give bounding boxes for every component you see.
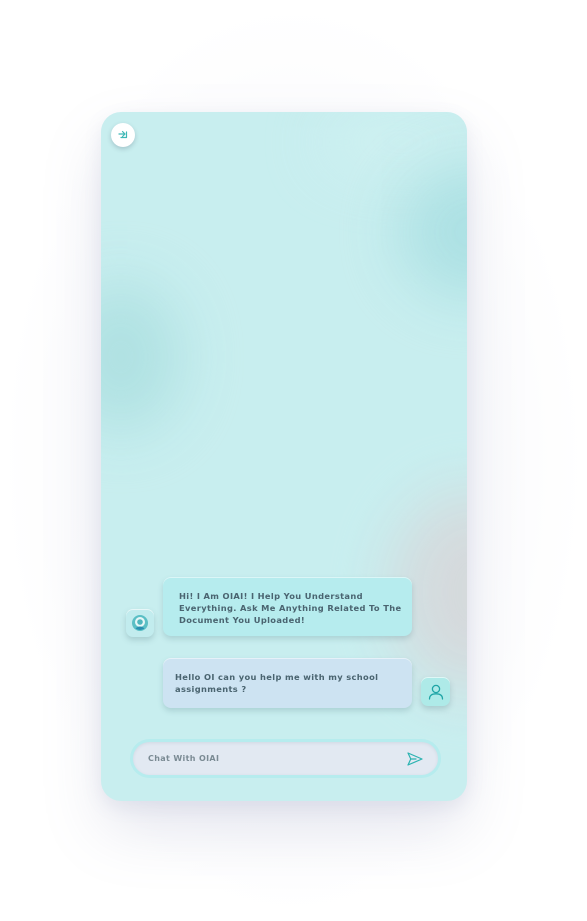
chat-screen: Hi! I Am OIAI! I Help You Understand Eve…	[101, 112, 467, 801]
chat-input[interactable]	[148, 742, 388, 775]
background-blob	[101, 282, 181, 432]
user-message-bubble: Hello OI can you help me with my school …	[163, 658, 412, 708]
composer-field	[133, 742, 438, 775]
bot-avatar	[126, 609, 154, 637]
arrow-in-icon	[118, 130, 128, 139]
back-button[interactable]	[111, 123, 135, 147]
user-avatar	[421, 677, 450, 706]
send-icon[interactable]	[406, 750, 424, 768]
bot-message-bubble: Hi! I Am OIAI! I Help You Understand Eve…	[163, 577, 412, 636]
background-blob	[401, 167, 467, 297]
composer	[130, 739, 441, 778]
bot-message-text: Hi! I Am OIAI! I Help You Understand Eve…	[179, 591, 402, 625]
user-message-text: Hello OI can you help me with my school …	[175, 672, 379, 694]
stage: Hi! I Am OIAI! I Help You Understand Eve…	[0, 0, 587, 921]
bot-avatar-icon	[132, 615, 148, 631]
user-icon	[428, 684, 443, 700]
background-blob	[321, 112, 467, 172]
